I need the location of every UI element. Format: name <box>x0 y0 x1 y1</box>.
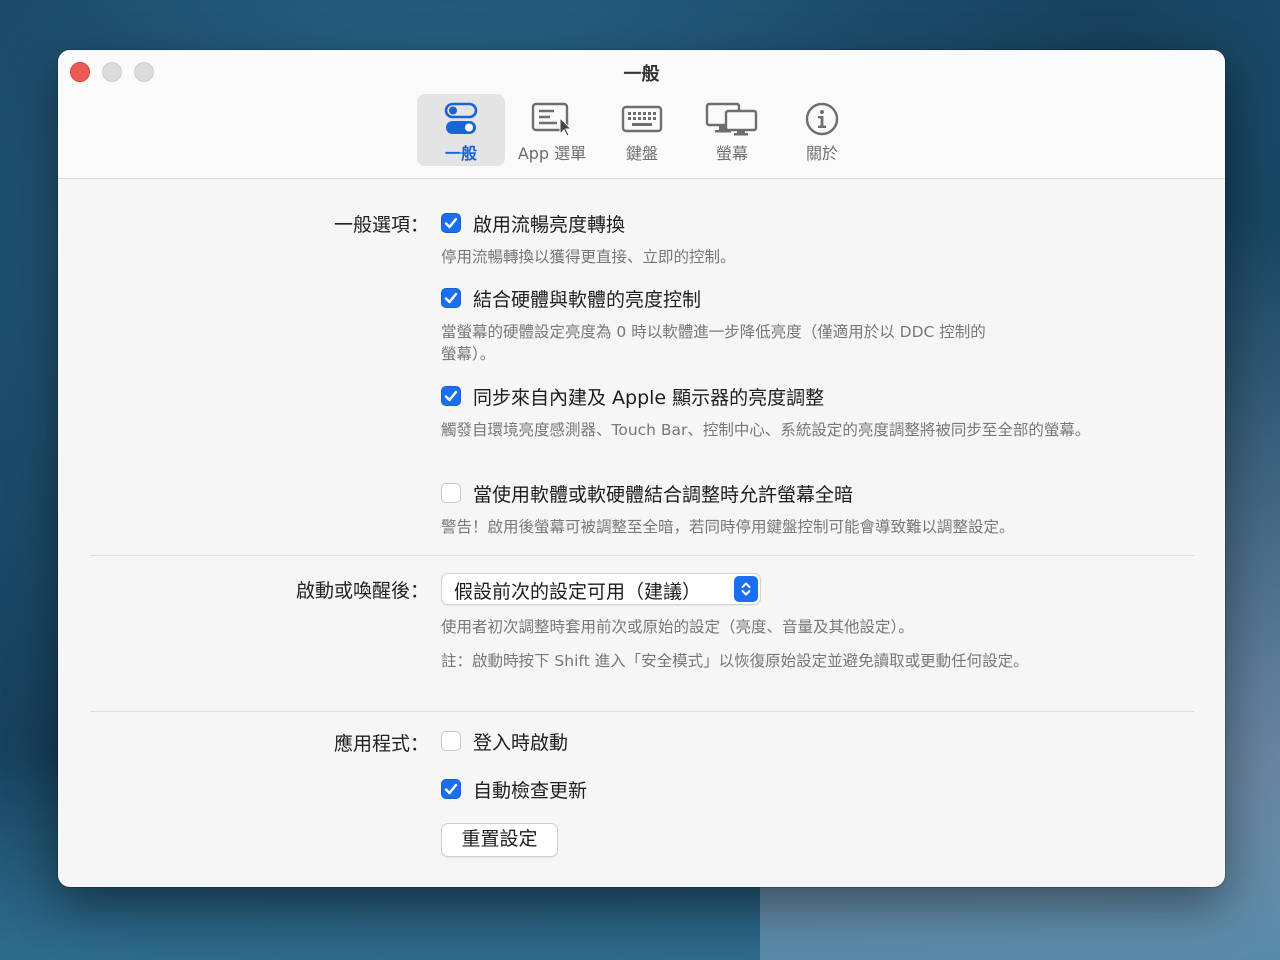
smooth-brightness-label: 啟用流暢亮度轉換 <box>473 213 626 236</box>
combined-control-label: 結合硬體與軟體的亮度控制 <box>473 288 702 311</box>
allow-dark-option[interactable]: 當使用軟體或軟硬體結合調整時允許螢幕全暗 <box>441 480 853 506</box>
info-icon <box>778 100 866 138</box>
tab-displays[interactable]: 螢幕 <box>688 94 776 166</box>
tab-displays-label: 螢幕 <box>715 144 748 163</box>
displays-icon <box>688 100 776 138</box>
combined-control-checkbox[interactable] <box>441 288 461 308</box>
tab-about[interactable]: 關於 <box>778 94 866 166</box>
window-title: 一般 <box>623 64 660 85</box>
checkmark-icon <box>444 783 458 795</box>
allow-dark-label: 當使用軟體或軟硬體結合調整時允許螢幕全暗 <box>473 483 854 506</box>
checkmark-icon <box>444 292 458 304</box>
combined-control-option[interactable]: 結合硬體與軟體的亮度控制 <box>441 285 701 311</box>
tab-app-menu-label: App 選單 <box>517 144 587 163</box>
titlebar: 一般 一般 App 選單 鍵盤 螢幕 關於 <box>58 50 1225 179</box>
launch-at-login-label: 登入時啟動 <box>473 731 569 754</box>
checkmark-icon <box>444 217 458 229</box>
startup-note: 註：啟動時按下 Shift 進入「安全模式」以恢復原始設定並避免讀取或更動任何設… <box>441 652 1029 670</box>
application-label: 應用程式： <box>333 733 429 755</box>
startup-select-value: 假設前次的設定可用（建議） <box>454 581 702 603</box>
section-divider <box>90 711 1194 712</box>
tab-general[interactable]: 一般 <box>417 94 505 166</box>
smooth-brightness-description: 停用流暢轉換以獲得更直接、立即的控制。 <box>441 248 736 266</box>
keyboard-icon <box>598 100 686 138</box>
reset-settings-button[interactable]: 重置設定 <box>441 823 558 857</box>
smooth-brightness-checkbox[interactable] <box>441 213 461 233</box>
sync-apple-label: 同步來自內建及 Apple 顯示器的亮度調整 <box>473 386 825 409</box>
tab-about-label: 關於 <box>805 144 838 163</box>
allow-dark-checkbox[interactable] <box>441 483 461 503</box>
allow-dark-description: 警告！啟用後螢幕可被調整至全暗，若同時停用鍵盤控制可能會導致難以調整設定。 <box>441 518 1015 536</box>
general-options-label: 一般選項： <box>333 214 429 236</box>
tab-general-label: 一般 <box>444 144 477 163</box>
smooth-brightness-option[interactable]: 啟用流暢亮度轉換 <box>441 210 625 236</box>
startup-label: 啟動或喚醒後： <box>295 580 429 602</box>
menu-pointer-icon <box>508 100 596 138</box>
combined-control-description-line2: 螢幕）。 <box>441 345 496 363</box>
tab-keyboard-label: 鍵盤 <box>625 144 658 163</box>
auto-update-checkbox[interactable] <box>441 779 461 799</box>
launch-at-login-checkbox[interactable] <box>441 731 461 751</box>
checkmark-icon <box>444 390 458 402</box>
launch-at-login-option[interactable]: 登入時啟動 <box>441 728 568 754</box>
combined-control-description-line1: 當螢幕的硬體設定亮度為 0 時以軟體進一步降低亮度（僅適用於以 DDC 控制的 <box>441 323 986 341</box>
startup-select[interactable]: 假設前次的設定可用（建議） <box>441 573 761 605</box>
toggles-icon <box>417 100 505 138</box>
auto-update-label: 自動檢查更新 <box>473 779 588 802</box>
section-divider <box>90 555 1194 556</box>
startup-description: 使用者初次調整時套用前次或原始的設定（亮度、音量及其他設定）。 <box>441 618 914 636</box>
sync-apple-checkbox[interactable] <box>441 386 461 406</box>
auto-update-option[interactable]: 自動檢查更新 <box>441 776 587 802</box>
tab-keyboard[interactable]: 鍵盤 <box>598 94 686 166</box>
sync-apple-option[interactable]: 同步來自內建及 Apple 顯示器的亮度調整 <box>441 383 824 409</box>
settings-window: 一般 一般 App 選單 鍵盤 螢幕 關於 一般選項： 啟用流暢亮度轉換 停用流… <box>58 50 1225 887</box>
chevron-up-down-icon <box>734 576 758 602</box>
tab-app-menu[interactable]: App 選單 <box>508 94 596 166</box>
sync-apple-description: 觸發自環境亮度感測器、Touch Bar、控制中心、系統設定的亮度調整將被同步至… <box>441 421 1091 439</box>
